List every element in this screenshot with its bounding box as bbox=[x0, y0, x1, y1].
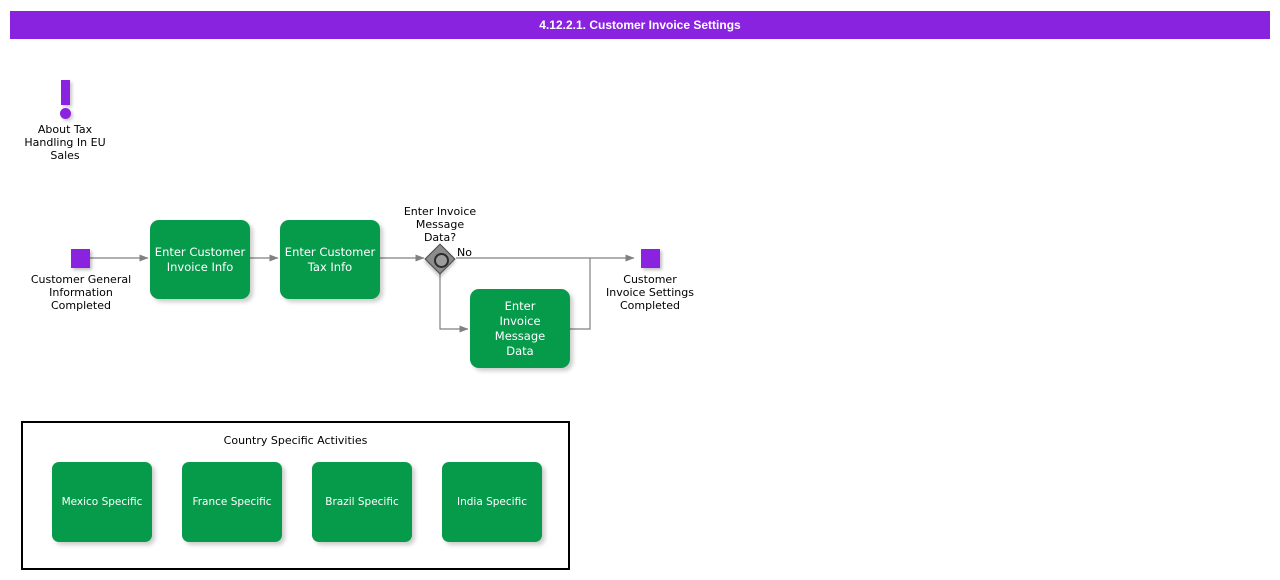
exclamation-dot bbox=[60, 108, 71, 119]
task-enter-customer-invoice-info[interactable]: Enter Customer Invoice Info bbox=[150, 220, 250, 299]
end-event-label: Customer Invoice Settings Completed bbox=[606, 273, 694, 312]
task-france-specific[interactable]: France Specific bbox=[182, 462, 282, 542]
annotation-about-tax-handling: About Tax Handling In EU Sales bbox=[14, 80, 116, 162]
exclamation-mark-icon bbox=[14, 80, 116, 119]
start-event-customer-general-information-completed[interactable] bbox=[71, 249, 90, 268]
gateway-enter-invoice-message-data[interactable] bbox=[424, 243, 456, 275]
task-india-specific[interactable]: India Specific bbox=[442, 462, 542, 542]
start-event-label: Customer General Information Completed bbox=[30, 273, 132, 312]
flow-gateway-to-message-data bbox=[439, 273, 469, 333]
task-enter-customer-tax-info[interactable]: Enter Customer Tax Info bbox=[280, 220, 380, 299]
country-specific-activities-group: Country Specific Activities Mexico Speci… bbox=[21, 421, 570, 570]
annotation-label: About Tax Handling In EU Sales bbox=[24, 123, 106, 162]
exclamation-bar bbox=[61, 80, 70, 105]
task-enter-invoice-message-data[interactable]: Enter Invoice Message Data bbox=[470, 289, 570, 368]
task-mexico-specific[interactable]: Mexico Specific bbox=[52, 462, 152, 542]
country-group-title: Country Specific Activities bbox=[223, 434, 368, 447]
gateway-inclusive-circle-icon bbox=[434, 253, 449, 268]
gateway-label: Enter Invoice Message Data? bbox=[403, 205, 477, 244]
task-brazil-specific[interactable]: Brazil Specific bbox=[312, 462, 412, 542]
bpmn-diagram-canvas: About Tax Handling In EU Sales Customer … bbox=[0, 0, 1280, 580]
end-event-customer-invoice-settings-completed[interactable] bbox=[641, 249, 660, 268]
flow-label-no: No bbox=[457, 246, 472, 259]
